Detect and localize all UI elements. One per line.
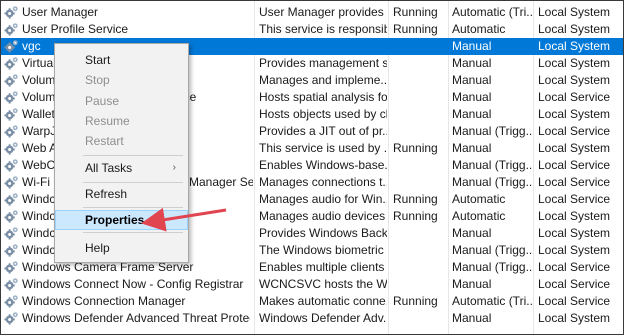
annotation-arrow <box>141 207 227 232</box>
